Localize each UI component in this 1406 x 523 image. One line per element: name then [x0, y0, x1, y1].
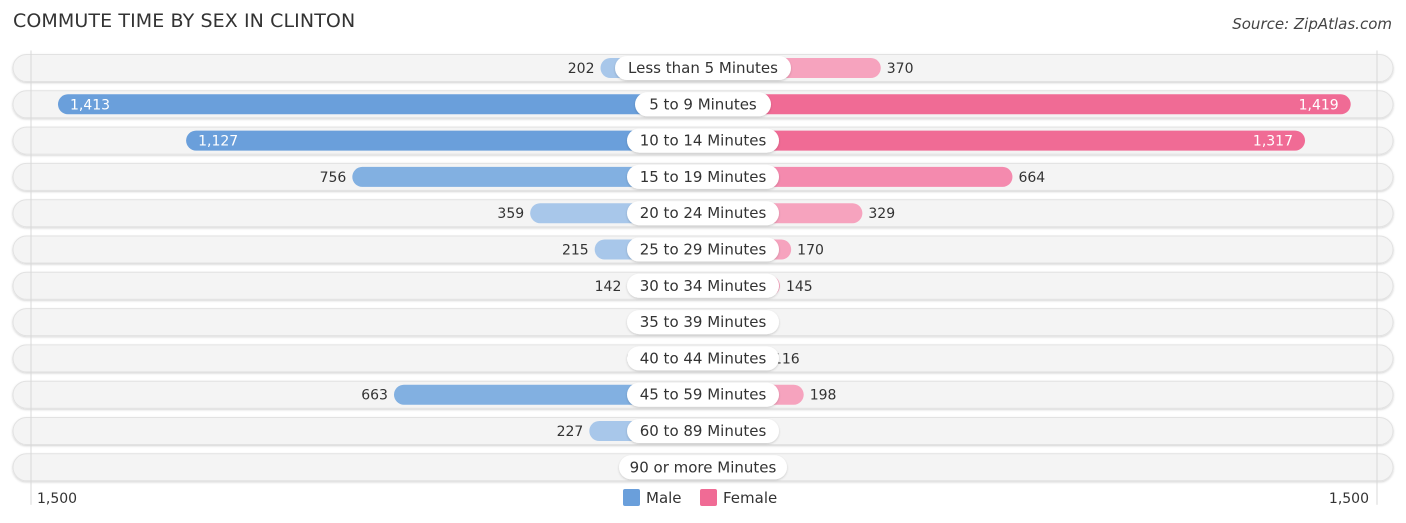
value-label-female: 329 — [868, 206, 895, 222]
chart-row: 663 198 45 to 59 Minutes — [12, 380, 1394, 409]
chart-row: 9111640 to 44 Minutes — [12, 344, 1394, 373]
bar-female — [703, 130, 1306, 151]
value-label-male: 202 — [568, 61, 595, 77]
bar-male — [57, 94, 703, 115]
value-label-female: 1,419 — [1299, 97, 1339, 113]
category-label: 60 to 89 Minutes — [640, 422, 767, 440]
category-label: 40 to 44 Minutes — [640, 349, 767, 367]
category-label: 25 to 29 Minutes — [640, 241, 767, 259]
category-label: 30 to 34 Minutes — [640, 277, 767, 295]
category-label: Less than 5 Minutes — [628, 59, 778, 77]
value-label-male: 142 — [595, 279, 622, 295]
value-label-female: 198 — [810, 388, 837, 404]
legend: Male Female — [623, 489, 777, 507]
value-label-male: 756 — [320, 170, 347, 186]
value-label-female: 370 — [887, 61, 914, 77]
chart-row: 1,127 1,317 10 to 14 Minutes — [12, 126, 1394, 155]
chart-row: 2277960 to 89 Minutes — [12, 417, 1394, 445]
value-label-female: 664 — [1018, 170, 1045, 186]
value-label-male: 1,413 — [70, 97, 110, 113]
category-label: 45 to 59 Minutes — [640, 386, 767, 404]
value-label-male: 359 — [497, 206, 524, 222]
chart-row: 1,413 1,419 5 to 9 Minutes — [12, 90, 1394, 119]
category-label: 5 to 9 Minutes — [649, 95, 757, 113]
value-label-female: 1,317 — [1253, 134, 1293, 150]
chart-row: 756 664 15 to 19 Minutes — [12, 162, 1394, 191]
legend-label-male: Male — [646, 489, 682, 507]
category-label: 10 to 14 Minutes — [640, 132, 767, 150]
value-label-female: 170 — [797, 243, 824, 259]
axis-label-left: 1,500 — [37, 491, 77, 507]
bar-female — [703, 94, 1351, 115]
category-label: 90 or more Minutes — [630, 458, 777, 476]
category-label: 20 to 24 Minutes — [640, 204, 767, 222]
value-label-male: 1,127 — [198, 134, 238, 150]
chart-row: 648790 or more Minutes — [12, 453, 1394, 482]
value-label-male: 227 — [557, 424, 584, 440]
bar-male — [186, 130, 703, 151]
legend-swatch-male — [623, 489, 640, 506]
chart-row: 142 145 30 to 34 Minutes — [12, 271, 1394, 300]
category-label: 15 to 19 Minutes — [640, 168, 767, 186]
chart-row: 215 170 25 to 29 Minutes — [12, 235, 1394, 264]
axis-label-right: 1,500 — [1329, 491, 1369, 507]
value-label-female: 145 — [786, 279, 813, 295]
value-label-male: 663 — [361, 388, 388, 404]
category-label: 35 to 39 Minutes — [640, 313, 767, 331]
value-label-male: 215 — [562, 243, 589, 259]
legend-label-female: Female — [723, 489, 777, 507]
chart-row: 359 329 20 to 24 Minutes — [12, 199, 1394, 228]
chart-canvas: 202 370 Less than 5 Minutes 1,413 1,419 5 to … — [12, 50, 1394, 507]
chart-row: 202 370 Less than 5 Minutes — [12, 54, 1394, 82]
legend-swatch-female — [700, 489, 717, 506]
chart-row: 184535 to 39 Minutes — [12, 308, 1394, 337]
